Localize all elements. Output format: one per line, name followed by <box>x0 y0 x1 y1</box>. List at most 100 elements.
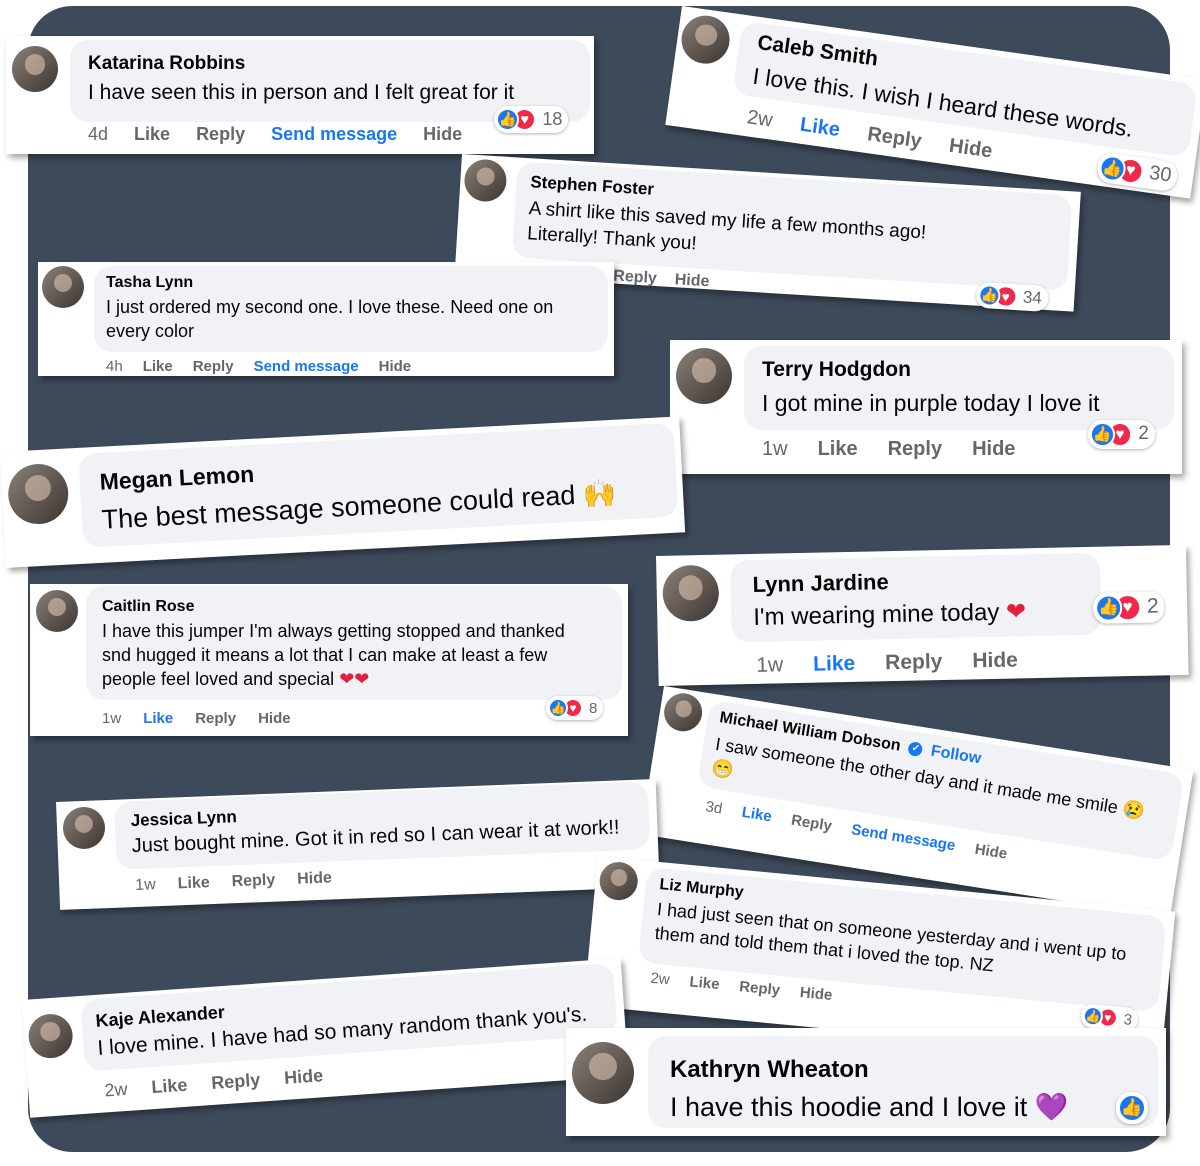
hide-button[interactable]: Hide <box>799 984 833 1004</box>
reaction-count: 8 <box>588 699 598 717</box>
comment-card-katarina-robbins: Katarina Robbins I have seen this in per… <box>6 36 594 154</box>
reply-button[interactable]: Reply <box>739 978 781 999</box>
reaction-count: 30 <box>1147 162 1173 187</box>
reaction-count: 18 <box>542 109 563 130</box>
reply-button[interactable]: Reply <box>866 123 923 153</box>
reaction-summary[interactable]: 👍 ♥ 34 <box>975 281 1049 313</box>
hide-button[interactable]: Hide <box>379 358 412 375</box>
timestamp[interactable]: 1w <box>102 710 121 727</box>
hide-button[interactable]: Hide <box>297 869 332 888</box>
hide-button[interactable]: Hide <box>674 271 710 291</box>
send-message-button[interactable]: Send message <box>850 821 956 854</box>
commenter-name[interactable]: Kathryn Wheaton <box>670 1056 869 1084</box>
like-button[interactable]: Like <box>143 358 173 375</box>
reply-button[interactable]: Reply <box>195 710 236 727</box>
timestamp[interactable]: 4d <box>88 124 108 145</box>
like-icon: 👍 <box>1118 1094 1146 1122</box>
raised-hands-emoji: 🙌 <box>582 477 618 510</box>
like-button[interactable]: Like <box>134 124 170 145</box>
timestamp[interactable]: 2w <box>104 1079 128 1102</box>
reaction-count: 2 <box>1146 594 1159 619</box>
like-button[interactable]: Like <box>143 710 173 727</box>
heart-emoji: ❤ <box>1005 598 1027 626</box>
comment-text: I got mine in purple today I love it <box>762 390 1100 416</box>
verified-badge-icon: ✓ <box>907 740 924 757</box>
comment-text: I have seen this in person and I felt gr… <box>88 81 515 104</box>
reply-button[interactable]: Reply <box>885 650 943 675</box>
hide-button[interactable]: Hide <box>423 124 462 145</box>
commenter-name[interactable]: Tasha Lynn <box>106 274 193 292</box>
avatar[interactable] <box>676 348 732 404</box>
avatar[interactable] <box>62 806 106 850</box>
hide-button[interactable]: Hide <box>948 135 994 164</box>
timestamp[interactable]: 2w <box>650 970 671 989</box>
comment-card-lynn-jardine: Lynn Jardine I'm wearing mine today ❤ 1w… <box>656 544 1189 686</box>
avatar[interactable] <box>42 266 84 308</box>
commenter-name[interactable]: Terry Hodgdon <box>762 358 911 382</box>
reaction-summary[interactable]: 👍 ♥ 2 <box>1088 420 1155 449</box>
reply-button[interactable]: Reply <box>211 1070 261 1094</box>
commenter-name[interactable]: Jessica Lynn <box>130 807 237 831</box>
timestamp[interactable]: 2w <box>745 106 774 132</box>
avatar[interactable] <box>597 860 640 902</box>
like-button[interactable]: Like <box>799 114 842 142</box>
comment-body: I have this hoodie and I love it <box>670 1092 1028 1122</box>
like-icon: 👍 <box>1094 594 1123 622</box>
timestamp[interactable]: 1w <box>762 438 788 461</box>
reply-button[interactable]: Reply <box>196 124 245 145</box>
commenter-name[interactable]: Lynn Jardine <box>752 569 889 598</box>
comment-card-tasha-lynn: Tasha Lynn I just ordered my second one.… <box>38 262 614 376</box>
reaction-summary[interactable]: 👍 ♥ 30 <box>1095 151 1180 193</box>
hide-button[interactable]: Hide <box>972 648 1018 673</box>
reaction-summary[interactable]: 👍 ♥ 2 <box>1092 591 1165 624</box>
avatar[interactable] <box>463 158 508 203</box>
comment-actions: 4d Like Reply Send message Hide <box>88 124 462 145</box>
comment-actions: 2w Like Reply Hide <box>104 1065 324 1101</box>
avatar[interactable] <box>36 590 78 632</box>
like-button[interactable]: Like <box>813 652 856 677</box>
comment-text: I just ordered my second one. I love the… <box>106 297 554 341</box>
timestamp[interactable]: 4h <box>106 358 123 375</box>
timestamp[interactable]: 3d <box>704 798 723 817</box>
reaction-summary[interactable]: 👍 ♥ 8 <box>546 696 604 721</box>
commenter-name[interactable]: Caitlin Rose <box>102 598 194 616</box>
timestamp[interactable]: 1w <box>135 876 156 895</box>
comment-actions: 1w Like Reply Hide <box>756 648 1018 677</box>
like-button[interactable]: Like <box>689 973 721 993</box>
comment-actions: 1w Like Reply Hide <box>102 710 291 727</box>
comment-card-caitlin-rose: Caitlin Rose I have this jumper I'm alwa… <box>30 584 628 736</box>
send-message-button[interactable]: Send message <box>254 358 359 375</box>
hide-button[interactable]: Hide <box>974 841 1009 863</box>
hide-button[interactable]: Hide <box>258 710 291 727</box>
reply-button[interactable]: Reply <box>231 872 275 892</box>
avatar[interactable] <box>12 46 58 92</box>
avatar[interactable] <box>662 564 720 622</box>
avatar[interactable] <box>678 12 733 67</box>
reply-button[interactable]: Reply <box>193 358 234 375</box>
comment-text: I have this hoodie and I love it 💜 <box>670 1090 1068 1126</box>
like-icon: 👍 <box>1090 422 1115 447</box>
timestamp[interactable]: 1w <box>756 653 783 678</box>
comment-card-terry-hodgdon: Terry Hodgdon I got mine in purple today… <box>670 340 1182 474</box>
reply-button[interactable]: Reply <box>888 438 942 461</box>
crying-emoji: 😢 <box>1121 798 1147 822</box>
commenter-name[interactable]: Katarina Robbins <box>88 53 245 75</box>
avatar[interactable] <box>6 462 70 526</box>
like-button[interactable]: Like <box>741 804 773 825</box>
reaction-summary[interactable]: 👍 <box>1116 1092 1148 1124</box>
avatar[interactable] <box>661 690 705 735</box>
comment-body: I'm wearing mine today <box>753 598 1000 631</box>
comment-card-jessica-lynn: Jessica Lynn Just bought mine. Got it in… <box>56 778 660 910</box>
reaction-summary[interactable]: 👍 ♥ 18 <box>494 106 569 134</box>
avatar[interactable] <box>27 1012 75 1060</box>
reply-button[interactable]: Reply <box>790 812 833 835</box>
send-message-button[interactable]: Send message <box>271 124 397 145</box>
comment-actions: 1w Like Reply Hide <box>135 869 332 895</box>
hide-button[interactable]: Hide <box>283 1065 323 1089</box>
avatar[interactable] <box>572 1042 634 1104</box>
hide-button[interactable]: Hide <box>972 438 1015 461</box>
like-button[interactable]: Like <box>151 1075 188 1098</box>
reply-button[interactable]: Reply <box>613 267 658 288</box>
like-button[interactable]: Like <box>177 874 210 893</box>
like-button[interactable]: Like <box>818 438 858 461</box>
